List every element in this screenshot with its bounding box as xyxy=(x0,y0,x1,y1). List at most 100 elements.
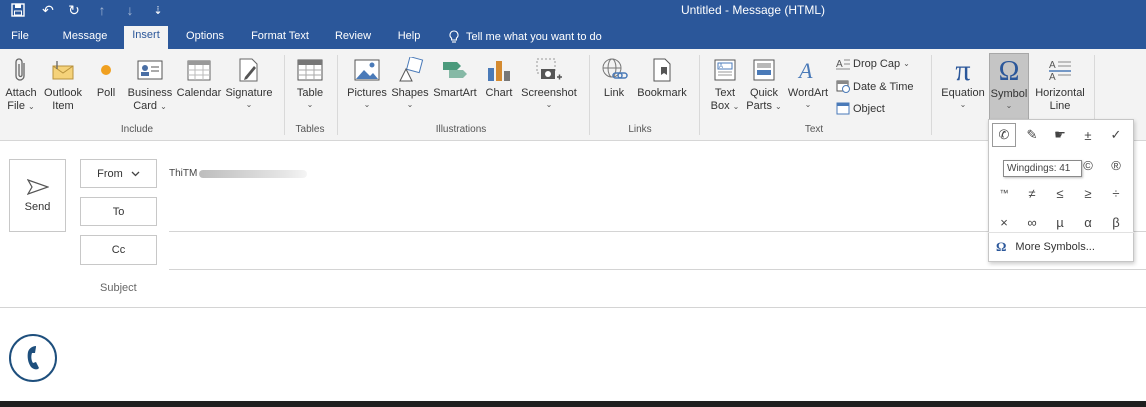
pictures-label: Pictures xyxy=(347,87,387,99)
from-address-text: ThiTM xyxy=(169,168,198,179)
horizontal-line-icon: AA xyxy=(1046,55,1074,85)
equation-button[interactable]: π Equation ⌄ xyxy=(939,55,987,110)
shapes-icon xyxy=(396,55,424,85)
tab-file[interactable]: File xyxy=(5,27,35,49)
shapes-button[interactable]: Shapes ⌄ xyxy=(391,55,429,110)
send-button[interactable]: Send xyxy=(9,159,66,232)
calendar-button[interactable]: Calendar xyxy=(175,55,223,100)
chart-label: Chart xyxy=(485,87,513,99)
group-tables-label: Tables xyxy=(295,124,325,135)
symbol-cell[interactable]: × xyxy=(992,210,1016,234)
symbol-gallery-divider xyxy=(988,232,1134,233)
symbol-cell[interactable]: ☛ xyxy=(1048,123,1072,147)
subject-field[interactable] xyxy=(0,307,1146,308)
chevron-down-icon: ⌄ xyxy=(28,102,35,111)
from-button[interactable]: From xyxy=(80,159,157,188)
bookmark-label: Bookmark xyxy=(637,87,687,99)
tab-format-text[interactable]: Format Text xyxy=(244,27,316,49)
outlook-item-button[interactable]: Outlook Item xyxy=(42,55,84,113)
cc-label: Cc xyxy=(111,244,126,256)
tell-me-search[interactable]: Tell me what you want to do xyxy=(448,27,602,44)
symbol-cell[interactable]: β xyxy=(1104,210,1128,234)
calendar-label: Calendar xyxy=(176,87,222,99)
cc-field[interactable] xyxy=(169,269,1146,270)
tab-message[interactable]: Message xyxy=(56,27,114,49)
group-illustrations-label: Illustrations xyxy=(435,124,487,135)
signature-icon xyxy=(235,55,263,85)
poll-label: Poll xyxy=(96,87,116,99)
chart-button[interactable]: Chart xyxy=(482,55,516,100)
symbol-cell[interactable]: ® xyxy=(1104,153,1128,177)
omega-icon: Ω xyxy=(998,55,1020,87)
symbol-cell[interactable]: ✓ xyxy=(1104,123,1128,147)
link-label: Link xyxy=(603,87,625,99)
symbol-cell[interactable]: ™ xyxy=(992,181,1016,205)
wordart-icon: A xyxy=(794,55,822,85)
tab-options[interactable]: Options xyxy=(178,27,232,49)
more-symbols-button[interactable]: Ω More Symbols... xyxy=(996,239,1095,255)
phone-icon xyxy=(9,334,57,382)
pictures-button[interactable]: Pictures ⌄ xyxy=(345,55,389,110)
quick-parts-button[interactable]: Quick Parts ⌄ xyxy=(746,55,782,113)
poll-button[interactable]: Poll xyxy=(93,55,119,100)
quick-parts-icon xyxy=(750,55,778,85)
title-bar: ↶ ↻ ↑ ↓ ⇣ Untitled - Message (HTML) xyxy=(0,0,1146,21)
screenshot-button[interactable]: Screenshot ⌄ xyxy=(520,55,578,110)
send-label: Send xyxy=(24,200,51,213)
bookmark-button[interactable]: Bookmark xyxy=(634,55,690,100)
symbol-cell[interactable]: α xyxy=(1076,210,1100,234)
chevron-down-icon: ⌄ xyxy=(775,102,782,111)
from-label: From xyxy=(97,167,123,180)
table-button[interactable]: Table ⌄ xyxy=(292,55,328,110)
svg-text:A: A xyxy=(836,59,843,70)
smartart-button[interactable]: SmartArt xyxy=(431,55,479,100)
lightbulb-icon xyxy=(449,30,459,43)
group-text-label: Text xyxy=(804,124,824,135)
attach-file-button[interactable]: Attach File ⌄ xyxy=(3,55,39,113)
tab-review[interactable]: Review xyxy=(328,27,378,49)
chevron-down-icon: ⌄ xyxy=(363,100,371,109)
object-label: Object xyxy=(853,102,885,115)
symbol-cell[interactable]: ∞ xyxy=(1020,210,1044,234)
symbol-cell[interactable]: ± xyxy=(1076,123,1100,147)
date-time-button[interactable]: Date & Time xyxy=(836,80,914,93)
link-button[interactable]: Link xyxy=(598,55,630,100)
outlook-item-label-2: Item xyxy=(52,100,74,112)
signature-label: Signature xyxy=(225,87,273,99)
tell-me-text: Tell me what you want to do xyxy=(466,31,602,43)
to-button[interactable]: To xyxy=(80,197,157,226)
business-card-button[interactable]: Business Card ⌄ xyxy=(127,55,173,113)
symbol-cell[interactable]: ✎ xyxy=(1020,123,1044,147)
link-globe-icon xyxy=(600,55,628,85)
drop-cap-button[interactable]: A Drop Cap ⌄ xyxy=(836,58,910,70)
wordart-button[interactable]: A WordArt ⌄ xyxy=(786,55,830,110)
chart-icon xyxy=(485,55,513,85)
symbol-cell[interactable]: ≠ xyxy=(1020,181,1044,205)
tab-help[interactable]: Help xyxy=(390,27,428,49)
tab-insert[interactable]: Insert xyxy=(124,26,168,49)
horizontal-line-button[interactable]: AA Horizontal Line xyxy=(1032,55,1088,113)
cc-button[interactable]: Cc xyxy=(80,235,157,265)
text-box-icon: A xyxy=(711,55,739,85)
chevron-down-icon: ⌄ xyxy=(545,100,553,109)
drop-cap-label: Drop Cap xyxy=(853,58,901,70)
text-box-button[interactable]: A Text Box ⌄ xyxy=(706,55,744,113)
signature-button[interactable]: Signature ⌄ xyxy=(225,55,273,110)
chevron-down-icon: ⌄ xyxy=(903,59,910,68)
svg-text:A: A xyxy=(719,64,723,70)
symbol-cell[interactable]: ≥ xyxy=(1076,181,1100,205)
symbol-button[interactable]: Ω Symbol ⌄ xyxy=(989,53,1029,121)
chevron-down-icon: ⌄ xyxy=(804,100,812,109)
group-divider xyxy=(589,55,590,135)
quick-parts-label: Quick xyxy=(749,87,779,99)
symbol-cell[interactable]: ÷ xyxy=(1104,181,1128,205)
text-box-label-2: Box xyxy=(710,100,730,112)
symbol-cell[interactable]: ≤ xyxy=(1048,181,1072,205)
attach-label-2: File xyxy=(7,100,25,112)
symbol-cell[interactable]: ✆ xyxy=(992,123,1016,147)
taskbar-strip xyxy=(0,401,1146,407)
symbol-cell[interactable]: µ xyxy=(1048,210,1072,234)
object-button[interactable]: Object xyxy=(836,102,885,115)
business-card-icon xyxy=(136,55,164,85)
bookmark-icon xyxy=(648,55,676,85)
